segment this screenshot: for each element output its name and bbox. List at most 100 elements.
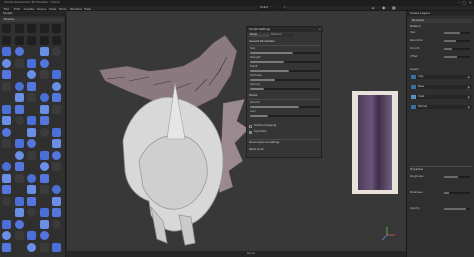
brush-thumbnail[interactable]	[39, 127, 49, 137]
brush-thumbnail[interactable]	[39, 35, 49, 45]
brush-thumbnail[interactable]	[39, 81, 49, 91]
brush-thumbnail[interactable]	[14, 58, 24, 68]
brush-thumbnail[interactable]	[14, 208, 24, 217]
brush-thumbnail[interactable]	[39, 139, 49, 148]
brush-thumbnail[interactable]	[52, 24, 61, 33]
layer-item[interactable]: Helmet ◉	[410, 105, 472, 109]
brush-thumbnail[interactable]	[52, 58, 61, 68]
brush-thumbnail[interactable]	[14, 219, 24, 229]
brush-thumbnail[interactable]	[27, 173, 36, 183]
brush-thumbnail[interactable]	[27, 242, 36, 252]
brush-thumbnail[interactable]	[39, 208, 49, 217]
layer-item[interactable]: Crest ◉	[410, 95, 472, 99]
brush-thumbnail[interactable]	[27, 58, 36, 68]
brush-thumbnail[interactable]	[39, 70, 49, 79]
property-row[interactable]: Offset	[410, 55, 472, 59]
advanced-settings-link[interactable]: Show advanced settings	[249, 141, 280, 145]
brush-thumbnail[interactable]	[52, 35, 61, 45]
brush-thumbnail[interactable]	[14, 104, 24, 114]
brushes-tab[interactable]: Brushes	[2, 18, 64, 22]
brush-thumbnail[interactable]	[52, 104, 61, 114]
property-row[interactable]: Smooth	[410, 47, 472, 51]
brush-thumbnail[interactable]	[14, 196, 24, 206]
brush-thumbnail[interactable]	[14, 116, 24, 125]
property-row[interactable]: Size	[410, 31, 472, 35]
brush-thumbnail[interactable]	[39, 93, 49, 102]
brush-thumbnail[interactable]	[39, 47, 49, 56]
property-slider[interactable]	[444, 176, 470, 178]
brush-thumbnail[interactable]	[52, 162, 61, 171]
brush-thumbnail[interactable]	[14, 173, 24, 183]
brush-thumbnail[interactable]	[52, 70, 61, 79]
home-icon[interactable]: ⌂	[372, 6, 375, 10]
brush-thumbnail[interactable]	[2, 47, 11, 56]
symmetry-checkbox[interactable]	[249, 131, 252, 134]
brush-thumbnail[interactable]	[2, 231, 11, 240]
reset-brush-button[interactable]: Reset brush	[249, 148, 264, 152]
brush-thumbnail[interactable]	[2, 93, 11, 102]
slider[interactable]	[250, 106, 320, 108]
brush-thumbnail[interactable]	[27, 150, 36, 160]
brush-thumbnail[interactable]	[2, 139, 11, 148]
brush-thumbnail[interactable]	[27, 185, 36, 194]
brush-thumbnail[interactable]	[2, 24, 11, 33]
brush-thumbnail[interactable]	[27, 81, 36, 91]
surface-snapping-checkbox[interactable]	[249, 125, 252, 128]
brush-thumbnail[interactable]	[27, 104, 36, 114]
brush-thumbnail[interactable]	[52, 219, 61, 229]
brush-thumbnail[interactable]	[52, 173, 61, 183]
camera-icon[interactable]: ◉	[382, 6, 386, 10]
brush-thumbnail[interactable]	[27, 196, 36, 206]
close-icon[interactable]: ×	[469, 1, 472, 5]
brush-thumbnail[interactable]	[52, 231, 61, 240]
property-slider[interactable]	[444, 40, 470, 42]
brush-thumbnail[interactable]	[2, 35, 11, 45]
brush-thumbnail[interactable]	[27, 127, 36, 137]
tab-brush[interactable]: Brush	[249, 33, 269, 37]
brush-thumbnail[interactable]	[14, 139, 24, 148]
property-row[interactable]: Opacity	[410, 207, 472, 211]
tool-dropdown[interactable]: Sculpt ▾	[258, 6, 286, 10]
brush-thumbnail[interactable]	[2, 127, 11, 137]
property-slider[interactable]	[444, 56, 470, 58]
brush-thumbnail[interactable]	[39, 150, 49, 160]
brush-thumbnail[interactable]	[14, 185, 24, 194]
property-slider[interactable]	[444, 192, 470, 194]
brush-thumbnail[interactable]	[27, 47, 36, 56]
brush-thumbnail[interactable]	[2, 104, 11, 114]
maximize-icon[interactable]: □	[462, 1, 466, 5]
brush-thumbnail[interactable]	[39, 219, 49, 229]
brush-thumbnail[interactable]	[14, 24, 24, 33]
brush-thumbnail[interactable]	[14, 93, 24, 102]
grid-icon[interactable]: ▦	[392, 6, 396, 10]
visibility-icon[interactable]: ◉	[468, 105, 470, 109]
property-row[interactable]: Metalness	[410, 191, 472, 195]
brush-thumbnail[interactable]	[2, 242, 11, 252]
brush-thumbnail[interactable]	[39, 196, 49, 206]
brush-thumbnail[interactable]	[39, 24, 49, 33]
brush-thumbnail[interactable]	[2, 185, 11, 194]
layer-item[interactable]: Clay ◉	[410, 75, 472, 79]
brush-thumbnail[interactable]	[27, 162, 36, 171]
brush-thumbnail[interactable]	[14, 242, 24, 252]
brush-thumbnail[interactable]	[14, 35, 24, 45]
brush-thumbnail[interactable]	[39, 173, 49, 183]
brush-thumbnail[interactable]	[27, 139, 36, 148]
brush-thumbnail[interactable]	[52, 116, 61, 125]
brush-thumbnail[interactable]	[14, 81, 24, 91]
brush-thumbnail[interactable]	[2, 116, 11, 125]
brush-thumbnail[interactable]	[27, 70, 36, 79]
object-title-bar[interactable]: Mountain	[410, 19, 472, 23]
visibility-icon[interactable]: ◉	[468, 75, 470, 79]
brush-thumbnail[interactable]	[2, 81, 11, 91]
brush-thumbnail[interactable]	[52, 150, 61, 160]
brush-thumbnail[interactable]	[39, 116, 49, 125]
brush-thumbnail[interactable]	[2, 70, 11, 79]
brush-thumbnail[interactable]	[52, 139, 61, 148]
brush-thumbnail[interactable]	[14, 231, 24, 240]
property-slider[interactable]	[444, 32, 470, 34]
brush-thumbnail[interactable]	[2, 196, 11, 206]
brush-thumbnail[interactable]	[14, 47, 24, 56]
brush-thumbnail[interactable]	[39, 185, 49, 194]
brush-thumbnail[interactable]	[14, 127, 24, 137]
